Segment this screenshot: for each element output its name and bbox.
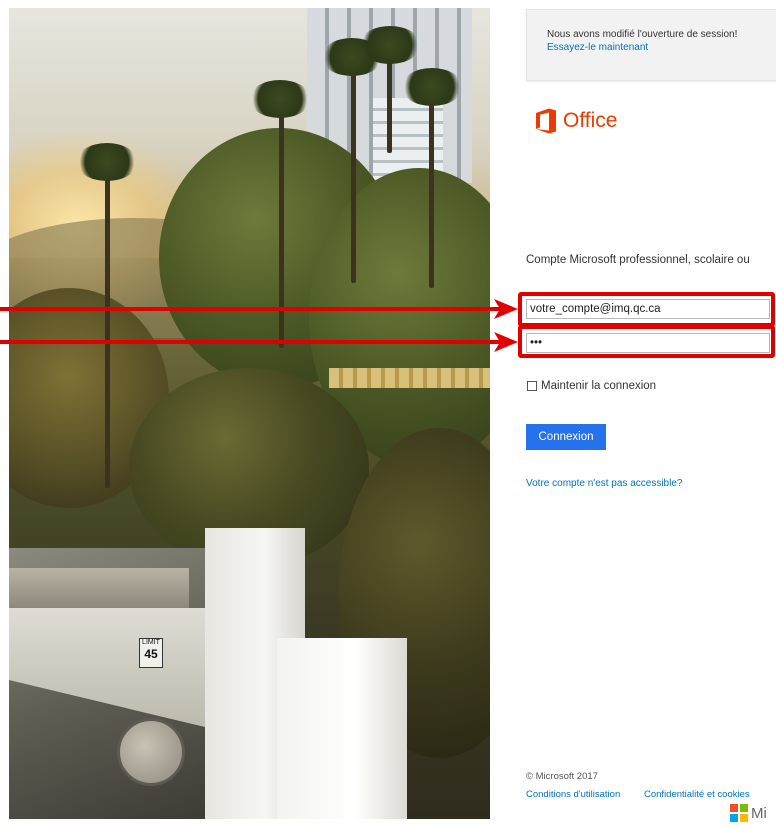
palm-tree-top	[76, 143, 138, 181]
account-inaccessible-link[interactable]: Votre compte n'est pas accessible?	[526, 478, 682, 489]
privacy-cookies-link[interactable]: Confidentialité et cookies	[644, 789, 750, 800]
notice-text: Nous avons modifié l'ouverture de sessio…	[547, 29, 738, 40]
speed-limit-sign-top: LIMIT	[142, 639, 160, 646]
microsoft-squares-icon	[730, 804, 748, 822]
palm-tree-top	[401, 68, 463, 106]
hero-concrete-wall-2	[277, 638, 407, 819]
sign-in-button[interactable]: Connexion	[526, 424, 606, 450]
microsoft-wordmark: Mi	[751, 804, 767, 822]
palm-tree-trunk	[429, 88, 434, 288]
speed-limit-sign-value: 45	[144, 647, 158, 661]
palm-tree-trunk	[279, 98, 284, 348]
remember-me-row[interactable]: Maintenir la connexion	[526, 380, 656, 392]
password-field[interactable]	[526, 333, 770, 353]
office-logo: Office	[535, 108, 617, 134]
remember-me-checkbox[interactable]	[527, 381, 537, 391]
speed-limit-sign: LIMIT 45	[139, 638, 163, 668]
palm-tree-trunk	[351, 63, 356, 283]
hero-photo: LIMIT 45	[9, 8, 490, 819]
login-page: LIMIT 45 Nous avons modifié l'ouverture …	[0, 0, 776, 827]
hero-round-mirror	[117, 718, 185, 786]
remember-me-label[interactable]: Maintenir la connexion	[541, 380, 656, 392]
microsoft-logo: Mi	[730, 804, 767, 822]
office-wordmark: Office	[563, 109, 618, 132]
signin-change-notice: Nous avons modifié l'ouverture de sessio…	[526, 9, 776, 81]
copyright-text: © Microsoft 2017	[526, 771, 598, 782]
palm-tree-trunk	[105, 158, 110, 488]
office-logo-icon	[536, 108, 556, 134]
palm-tree-top	[359, 26, 421, 64]
hero-overpass	[9, 568, 189, 608]
try-it-now-link[interactable]: Essayez-le maintenant	[547, 42, 648, 53]
hero-railing	[329, 368, 490, 388]
palm-tree-top	[249, 80, 311, 118]
email-field[interactable]	[526, 299, 770, 319]
terms-of-use-link[interactable]: Conditions d'utilisation	[526, 789, 620, 800]
account-type-label: Compte Microsoft professionnel, scolaire…	[526, 254, 750, 266]
